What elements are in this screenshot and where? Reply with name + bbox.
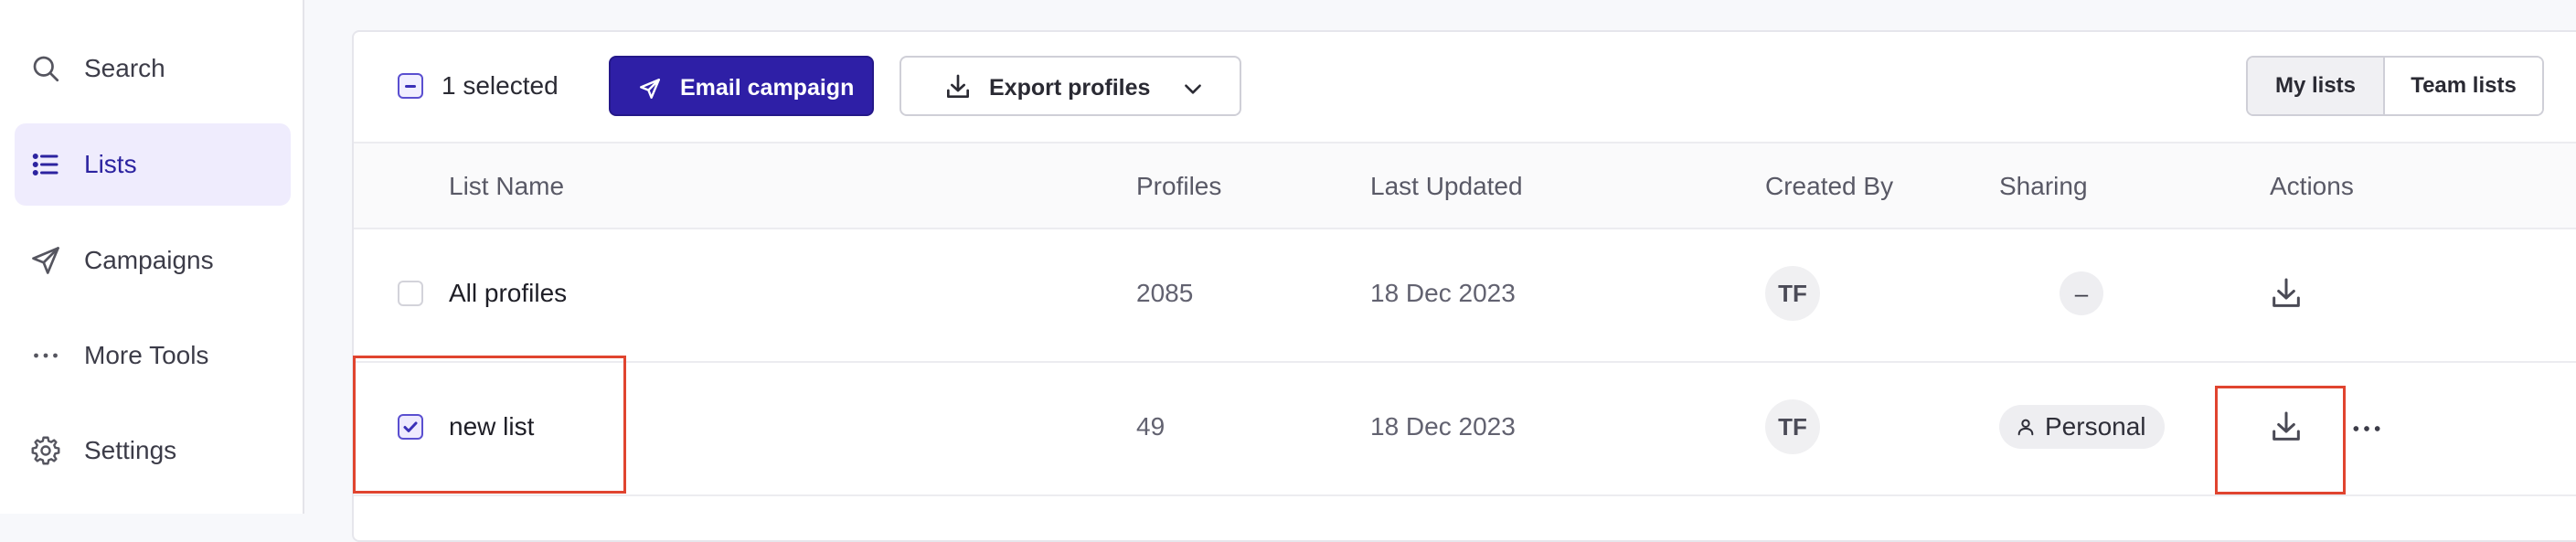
send-icon <box>29 244 62 277</box>
sidebar: Search Lists Campaigns More Tools Settin… <box>0 0 304 514</box>
download-icon <box>943 72 973 101</box>
profiles-count: 49 <box>1136 412 1166 441</box>
sidebar-item-settings[interactable]: Settings <box>15 409 291 492</box>
export-profiles-button[interactable]: Export profiles <box>899 56 1241 116</box>
divider <box>354 494 2576 496</box>
column-header-last-updated[interactable]: Last Updated <box>1370 172 1523 201</box>
list-name[interactable]: new list <box>449 412 534 441</box>
sharing-badge: Personal <box>1999 405 2165 449</box>
check-icon <box>403 421 418 432</box>
last-updated: 18 Dec 2023 <box>1370 412 1516 441</box>
search-icon <box>29 52 62 85</box>
select-all-checkbox[interactable] <box>398 73 423 99</box>
user-icon <box>2016 417 2036 437</box>
tab-my-lists[interactable]: My lists <box>2248 58 2385 114</box>
row-checkbox[interactable] <box>398 414 423 440</box>
download-icon[interactable] <box>2268 275 2305 312</box>
sidebar-item-label: Campaigns <box>84 246 214 274</box>
sharing-badge: – <box>2060 271 2103 315</box>
sidebar-item-campaigns[interactable]: Campaigns <box>15 219 291 302</box>
send-icon <box>638 77 662 101</box>
sidebar-item-lists[interactable]: Lists <box>15 123 291 206</box>
last-updated: 18 Dec 2023 <box>1370 279 1516 307</box>
list-scope-toggle: My lists Team lists <box>2246 56 2544 116</box>
more-horizontal-icon <box>29 339 62 372</box>
row-checkbox[interactable] <box>398 281 423 306</box>
sidebar-item-label: Lists <box>84 150 137 178</box>
selection-count: 1 selected <box>442 71 559 100</box>
sidebar-item-label: Settings <box>84 436 177 464</box>
column-header-sharing: Sharing <box>1999 172 2088 200</box>
avatar: TF <box>1765 399 1820 454</box>
sidebar-item-label: Search <box>84 54 165 82</box>
column-header-list-name[interactable]: List Name <box>449 172 564 201</box>
column-header-profiles[interactable]: Profiles <box>1136 172 1221 201</box>
sidebar-item-more-tools[interactable]: More Tools <box>15 314 291 397</box>
lists-panel: 1 selected Email campaign Export profile… <box>352 30 2576 542</box>
more-horizontal-icon[interactable] <box>2348 410 2385 447</box>
column-header-created-by: Created By <box>1765 172 1894 200</box>
divider <box>354 361 2576 363</box>
email-campaign-label: Email campaign <box>680 75 855 101</box>
profiles-count: 2085 <box>1136 279 1194 307</box>
gear-icon <box>29 434 62 467</box>
tab-team-lists[interactable]: Team lists <box>2385 58 2542 114</box>
email-campaign-button[interactable]: Email campaign <box>609 56 874 116</box>
divider <box>354 228 2576 229</box>
export-profiles-label: Export profiles <box>989 75 1151 101</box>
avatar: TF <box>1765 266 1820 321</box>
list-name[interactable]: All profiles <box>449 279 567 308</box>
chevron-down-icon <box>1181 77 1205 101</box>
list-icon <box>29 148 62 181</box>
column-header-actions: Actions <box>2270 172 2354 200</box>
sidebar-item-label: More Tools <box>84 341 209 369</box>
sidebar-item-search[interactable]: Search <box>15 27 291 110</box>
download-icon[interactable] <box>2268 409 2305 445</box>
sharing-label: Personal <box>2045 412 2146 441</box>
